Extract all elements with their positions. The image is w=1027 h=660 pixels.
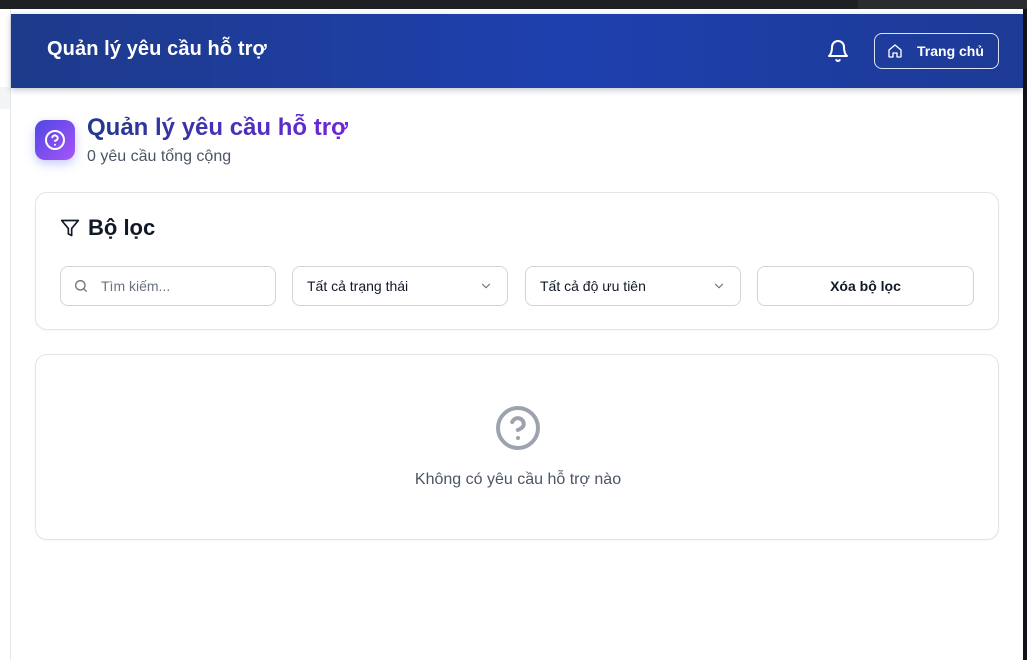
app-root: Quản lý yêu cầu hỗ trợ Trang chủ Quản lý…: [11, 14, 1023, 660]
browser-top-strip: [0, 0, 1027, 9]
top-header: Quản lý yêu cầu hỗ trợ Trang chủ: [11, 14, 1023, 88]
home-button-label: Trang chủ: [917, 43, 984, 59]
filter-title: Bộ lọc: [60, 215, 155, 241]
filter-icon: [60, 219, 80, 237]
search-icon: [75, 280, 87, 292]
left-panel-segment: [0, 87, 10, 109]
home-button[interactable]: Trang chủ: [874, 33, 999, 69]
empty-state-message: Không có yêu cầu hỗ trợ nào: [414, 471, 622, 488]
bell-icon[interactable]: [826, 39, 850, 63]
page-subtitle: 0 yêu cầu tổng cộng: [87, 148, 232, 165]
priority-select-value: Tất cả độ ưu tiên: [540, 278, 646, 294]
empty-state-card: Không có yêu cầu hỗ trợ nào: [35, 354, 999, 540]
page-title: Quản lý yêu cầu hỗ trợ: [87, 114, 349, 141]
filter-card: Bộ lọc Tất cả trạng thái Tất cả độ ưu ti…: [35, 192, 999, 330]
left-panel-edge: [0, 9, 11, 660]
filter-title-label: Bộ lọc: [88, 215, 156, 240]
browser-toolbar-fragment: [858, 0, 1027, 9]
search-input[interactable]: [101, 278, 261, 294]
clear-filters-button[interactable]: Xóa bộ lọc: [757, 266, 974, 306]
status-select[interactable]: Tất cả trạng thái: [292, 266, 508, 306]
home-icon: [888, 44, 902, 58]
status-select-value: Tất cả trạng thái: [307, 278, 409, 294]
help-circle-icon: [494, 404, 542, 452]
search-field[interactable]: [60, 266, 276, 306]
help-circle-icon: [35, 120, 75, 160]
chevron-down-icon: [714, 283, 724, 289]
right-window-edge: [1023, 9, 1027, 660]
priority-select[interactable]: Tất cả độ ưu tiên: [525, 266, 741, 306]
header-title: Quản lý yêu cầu hỗ trợ: [47, 38, 267, 60]
chevron-down-icon: [481, 283, 491, 289]
